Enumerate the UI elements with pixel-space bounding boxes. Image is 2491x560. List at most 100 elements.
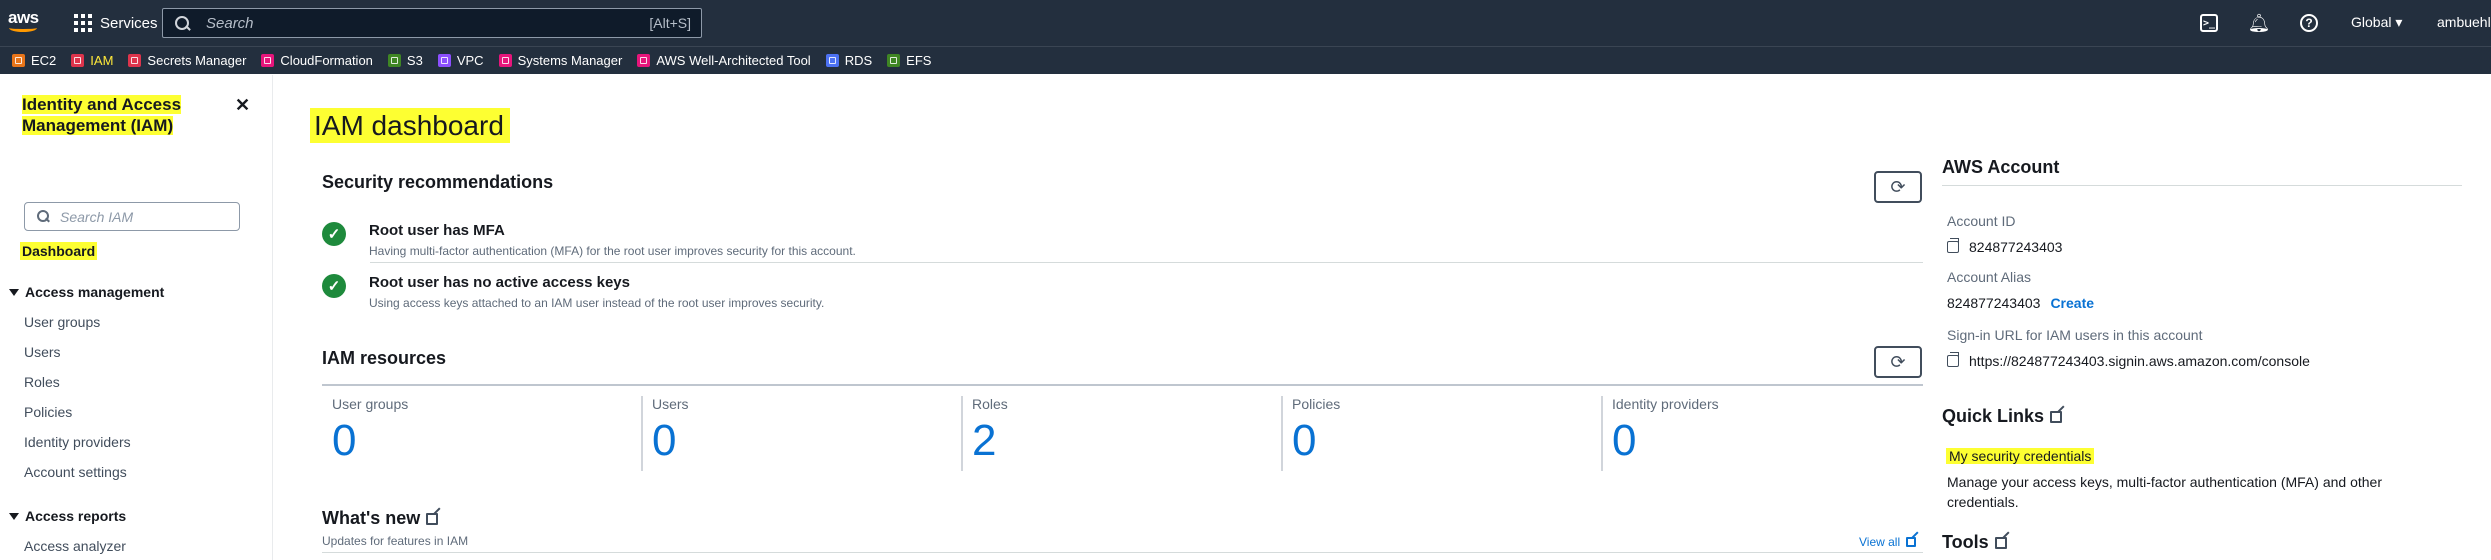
services-menu-button[interactable]: Services [74,12,158,34]
help-icon: ? [2300,14,2318,32]
service-icon [825,54,839,67]
favorite-label: AWS Well-Architected Tool [656,53,811,68]
favorite-secrets-manager[interactable]: Secrets Manager [128,53,246,68]
create-alias-link[interactable]: Create [2050,295,2094,311]
favorite-label: IAM [90,53,114,68]
sidebar-section-access-reports[interactable]: Access reports [9,508,126,524]
divider [1942,185,2462,186]
copy-icon[interactable] [1947,352,1959,367]
resource-card-policies[interactable]: Policies 0 [1282,396,1602,471]
aws-logo[interactable]: aws [8,9,44,35]
service-icon [71,54,85,67]
resource-count[interactable]: 0 [1292,416,1316,466]
search-icon [37,210,50,223]
aws-smile-icon [9,24,37,32]
favorite-label: Secrets Manager [147,53,247,68]
notifications-button[interactable]: 🔔︎ [2247,12,2271,33]
services-label: Services [100,14,158,32]
favorite-systems-manager[interactable]: Systems Manager [498,53,622,68]
search-icon [175,15,190,31]
sidebar-item-access-analyzer[interactable]: Access analyzer [24,538,126,554]
close-icon[interactable]: ✕ [235,95,250,116]
account-menu[interactable]: ambuehl@ [2437,14,2491,30]
quick-links-description: Manage your access keys, multi-factor au… [1947,474,2382,510]
resource-label: Roles [972,396,1008,412]
signin-url-value: https://824877243403.signin.aws.amazon.c… [1947,352,2310,369]
resource-card-user-groups[interactable]: User groups 0 [322,396,642,471]
global-search-input[interactable] [206,14,626,32]
favorite-label: EFS [906,53,932,68]
external-link-icon [1994,536,2007,549]
resource-card-roles[interactable]: Roles 2 [962,396,1282,471]
resource-count[interactable]: 0 [1612,416,1636,466]
sidebar-item-policies[interactable]: Policies [24,404,72,420]
caret-down-icon [9,288,19,296]
sidebar-item-users[interactable]: Users [24,344,61,360]
sidebar-item-dashboard[interactable]: Dashboard [20,242,98,260]
favorite-iam[interactable]: IAM [71,53,113,68]
caret-down-icon [9,512,19,520]
whats-new-heading[interactable]: What's new [322,508,439,529]
favorite-cloudformation[interactable]: CloudFormation [261,53,373,68]
view-all-link[interactable]: View all [1859,535,1917,549]
global-search-box[interactable]: [Alt+S] [162,8,702,38]
help-button[interactable]: ? [2299,13,2319,33]
favorite-label: RDS [844,53,873,68]
refresh-resources-button[interactable]: ⟳ [1874,346,1922,378]
resource-label: Users [652,396,689,412]
security-recommendations-heading: Security recommendations [322,172,554,192]
favorite-efs[interactable]: EFS [887,53,931,68]
external-link-icon [426,512,439,525]
whats-new-subtitle: Updates for features in IAM [322,534,469,548]
region-selector[interactable]: Global ▾ [2351,14,2402,31]
sidebar-title: Identity and Access Management (IAM) [22,95,182,135]
favorite-label: VPC [456,53,484,68]
service-icon [261,54,275,67]
sidebar-item-user-groups[interactable]: User groups [24,314,100,330]
favorite-rds[interactable]: RDS [825,53,873,68]
aws-account-heading: AWS Account [1942,157,2060,177]
cloudshell-icon: >_ [2200,14,2218,32]
service-icon [12,54,25,67]
sidebar-section-access-management[interactable]: Access management [9,284,164,300]
my-security-credentials-link[interactable]: My security credentials [1946,448,2095,464]
favorite-label: CloudFormation [280,53,373,68]
resource-card-identity-providers[interactable]: Identity providers 0 [1602,396,1922,471]
sidebar-search-input[interactable] [60,208,230,225]
recommendation-description: Having multi-factor authentication (MFA)… [369,244,856,258]
sidebar-item-identity-providers[interactable]: Identity providers [24,434,131,450]
tools-heading[interactable]: Tools [1942,532,2007,553]
bell-icon: 🔔︎ [2247,12,2271,33]
resource-label: User groups [332,396,409,412]
cloudshell-button[interactable]: >_ [2199,13,2219,33]
recommendation-title: Root user has MFA [369,222,505,239]
external-link-icon [1906,537,1917,547]
recommendation-title: Root user has no active access keys [369,274,630,291]
copy-icon[interactable] [1947,238,1959,253]
divider [322,552,1923,553]
service-icon [128,54,142,67]
resource-label: Policies [1292,396,1341,412]
account-alias-label: Account Alias [1947,269,2032,285]
resource-count[interactable]: 2 [972,416,996,466]
sidebar-item-roles[interactable]: Roles [24,374,60,390]
quick-links-heading[interactable]: Quick Links [1942,406,2063,427]
favorite-aws-well-architected-tool[interactable]: AWS Well-Architected Tool [637,53,811,68]
favorite-s3[interactable]: S3 [387,53,423,68]
search-shortcut-hint: [Alt+S] [649,15,691,31]
resource-count[interactable]: 0 [652,416,676,466]
favorite-ec2[interactable]: EC2 [12,53,56,68]
sidebar-item-account-settings[interactable]: Account settings [24,464,127,480]
iam-resources-heading: IAM resources [322,348,447,368]
refresh-security-button[interactable]: ⟳ [1874,171,1922,203]
sidebar-search-box[interactable] [24,202,240,231]
divider [322,384,1923,386]
refresh-icon: ⟳ [1890,176,1906,198]
favorites-bar: EC2 IAM Secrets Manager CloudFormation S3 VPC… [0,46,2491,74]
sidebar: Identity and Access Management (IAM) ✕ D… [0,75,273,560]
favorite-vpc[interactable]: VPC [437,53,484,68]
resource-count[interactable]: 0 [332,416,356,466]
account-id-label: Account ID [1947,213,2016,229]
resource-card-users[interactable]: Users 0 [642,396,962,471]
service-icon [498,54,512,67]
